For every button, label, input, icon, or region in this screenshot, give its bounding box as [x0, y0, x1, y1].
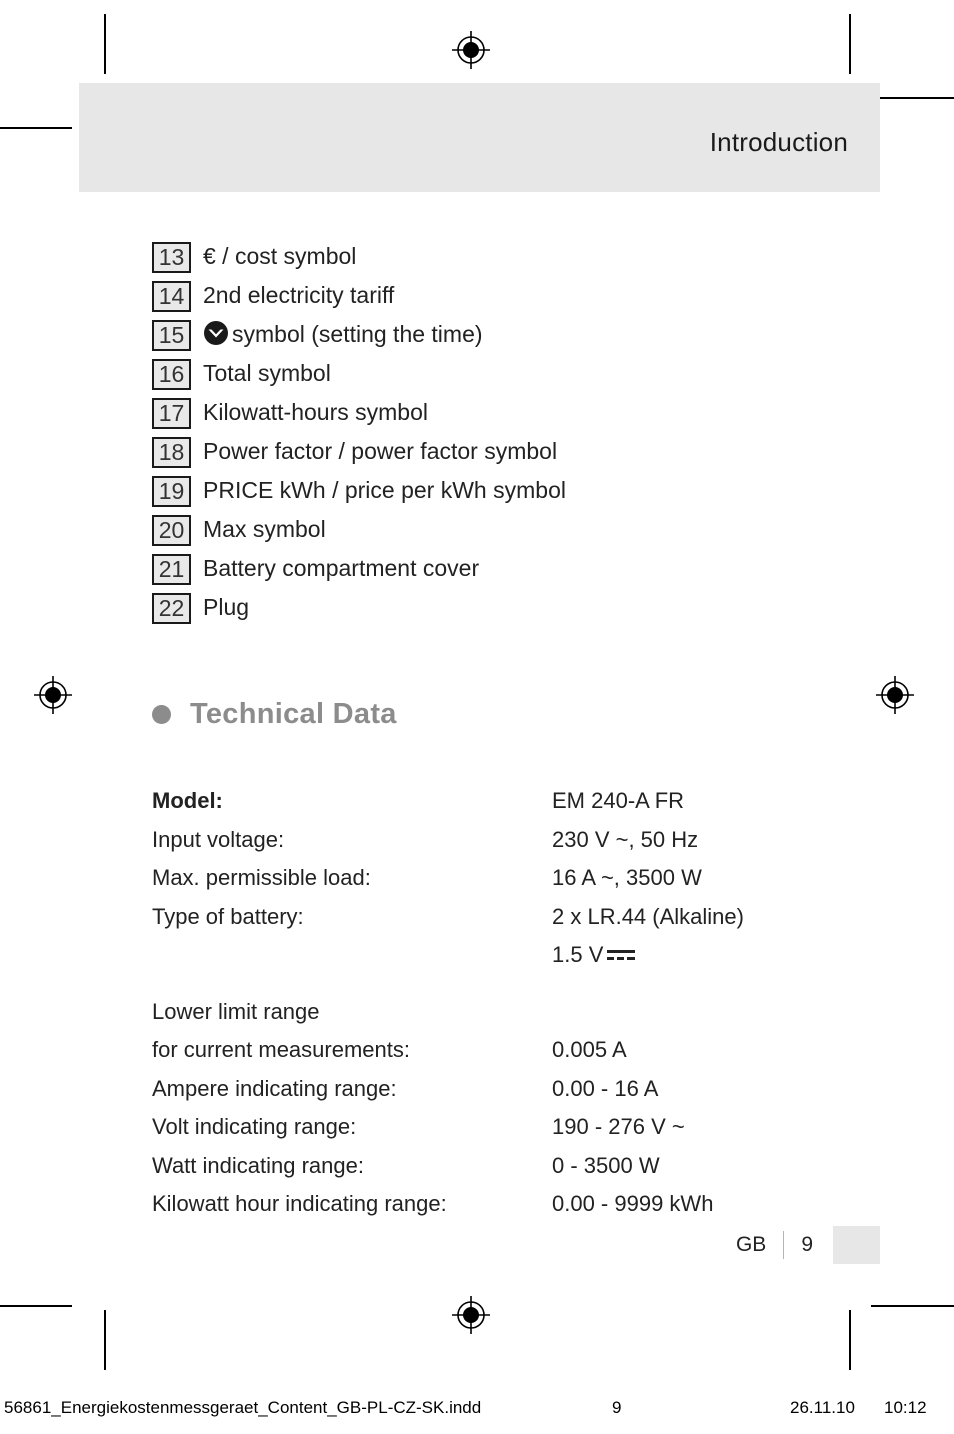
technical-data-label: Kilowatt hour indicating range: [152, 1191, 447, 1216]
section-heading-label: Technical Data [190, 698, 397, 730]
technical-data-value: 0.00 - 16 A [552, 1075, 659, 1101]
technical-data-label: Model: [152, 788, 223, 813]
technical-data-label: Type of battery: [152, 903, 304, 929]
bullet-icon [152, 705, 171, 724]
registration-mark-right [876, 676, 914, 714]
crop-mark-bottom-left-vertical [104, 1310, 106, 1370]
legend-row: 19 PRICE kWh / price per kWh symbol [152, 474, 852, 513]
crop-mark-bottom-right-vertical [849, 1310, 851, 1370]
technical-data-row: Model: EM 240-A FR [152, 786, 852, 825]
legend-item-text: Max symbol [203, 516, 326, 542]
legend-item-text: € / cost symbol [203, 243, 357, 269]
technical-data-row: Watt indicating range: 0 - 3500 W [152, 1151, 852, 1190]
technical-data-value-text: 1.5 V [552, 942, 604, 967]
technical-data-row: Lower limit range [152, 997, 852, 1036]
legend-item-label: symbol (setting the time) [232, 321, 483, 347]
legend-item-text: PRICE kWh / price per kWh symbol [203, 477, 566, 503]
legend-row: 21 Battery compartment cover [152, 552, 852, 591]
technical-data-label: Lower limit range [152, 998, 320, 1024]
legend-item-number: 20 [152, 515, 191, 546]
legend-item-text: Power factor / power factor symbol [203, 438, 558, 464]
technical-data-row: Input voltage: 230 V ~, 50 Hz [152, 825, 852, 864]
technical-data-label: Ampere indicating range: [152, 1075, 397, 1101]
legend-item-number: 14 [152, 281, 191, 312]
footer-accent-square [833, 1226, 880, 1264]
technical-data-value: 0.00 - 9999 kWh [552, 1191, 714, 1216]
legend-row: 22 Plug [152, 591, 852, 630]
legend-row: 15 symbol (setting the time) [152, 318, 852, 357]
legend-row: 14 2nd electricity tariff [152, 279, 852, 318]
legend-item-number: 21 [152, 554, 191, 585]
technical-data-label: Volt indicating range: [152, 1114, 357, 1139]
registration-mark-top [452, 31, 490, 69]
technical-data-table: Model: EM 240-A FR Input voltage: 230 V ~, … [152, 786, 852, 1228]
crop-mark-top-right-horizontal [871, 97, 954, 99]
legend-item-text: Plug [203, 594, 250, 620]
technical-data-label: for current measurements: [152, 1037, 410, 1062]
technical-data-value: 230 V ~, 50 Hz [552, 826, 699, 852]
legend-item-number: 22 [152, 593, 191, 624]
legend-item-text: symbol (setting the time) [203, 318, 483, 355]
technical-data-row: Max. permissible load: 16 A ~, 3500 W [152, 863, 852, 902]
legend-item-text: Total symbol [203, 360, 331, 386]
legend-item-number: 13 [152, 242, 191, 273]
technical-data-label: Max. permissible load: [152, 865, 371, 890]
technical-data-value: EM 240-A FR [552, 788, 685, 813]
crop-mark-top-left-horizontal [0, 127, 72, 129]
technical-data-value: 0 - 3500 W [552, 1152, 660, 1178]
technical-data-row: Volt indicating range: 190 - 276 V ~ [152, 1112, 852, 1151]
print-slug-bar: 56861_Energiekostenmessgeraet_Content_GB… [0, 1398, 954, 1434]
technical-data-value: 1.5 V [552, 940, 636, 970]
legend-item-text: Kilowatt-hours symbol [203, 399, 428, 425]
dc-voltage-icon [607, 948, 636, 961]
technical-data-row: Ampere indicating range: 0.00 - 16 A [152, 1074, 852, 1113]
page-footer: GB 9 [736, 1226, 880, 1264]
footer-locale-label: GB [735, 1233, 767, 1256]
technical-data-label: Input voltage: [152, 826, 285, 852]
legend-list: 13 € / cost symbol 14 2nd electricity tarif… [152, 240, 852, 630]
crop-mark-top-left-vertical [104, 14, 106, 74]
section-heading: Technical Data [152, 698, 397, 731]
legend-item-number: 15 [152, 320, 191, 351]
page-header-title: Introduction [709, 127, 848, 157]
crop-mark-top-right-vertical [849, 14, 851, 74]
legend-row: 20 Max symbol [152, 513, 852, 552]
legend-item-text: 2nd electricity tariff [203, 282, 395, 308]
slug-filename: 56861_Energiekostenmessgeraet_Content_GB… [4, 1398, 482, 1417]
slug-date: 26.11.10 [790, 1398, 855, 1417]
slug-page-number: 9 [612, 1398, 622, 1417]
technical-data-row: Type of battery: 2 x LR.44 (Alkaline) [152, 902, 852, 941]
legend-row: 18 Power factor / power factor symbol [152, 435, 852, 474]
legend-item-number: 16 [152, 359, 191, 390]
footer-page-number: 9 [801, 1233, 813, 1256]
legend-row: 17 Kilowatt-hours symbol [152, 396, 852, 435]
legend-item-number: 19 [152, 476, 191, 507]
technical-data-label: Watt indicating range: [152, 1152, 364, 1178]
legend-row: 16 Total symbol [152, 357, 852, 396]
footer-divider [783, 1231, 785, 1259]
technical-data-value: 0.005 A [552, 1037, 627, 1062]
technical-data-row: for current measurements: 0.005 A [152, 1035, 852, 1074]
technical-data-row: 1.5 V [152, 940, 852, 979]
technical-data-value: 16 A ~, 3500 W [552, 865, 702, 890]
legend-item-number: 17 [152, 398, 191, 429]
technical-data-value: 2 x LR.44 (Alkaline) [552, 903, 744, 929]
page-header-band: Introduction [79, 83, 880, 192]
crop-mark-bottom-left-horizontal [0, 1305, 72, 1307]
registration-mark-bottom [452, 1296, 490, 1334]
registration-mark-left [34, 676, 72, 714]
slug-time: 10:12 [884, 1398, 927, 1417]
legend-item-number: 18 [152, 437, 191, 468]
clock-symbol-icon [203, 320, 229, 355]
technical-data-row: Kilowatt hour indicating range: 0.00 - 99… [152, 1189, 852, 1228]
legend-row: 13 € / cost symbol [152, 240, 852, 279]
technical-data-value: 190 - 276 V ~ [552, 1114, 685, 1139]
technical-data-spacer [152, 979, 852, 997]
legend-item-text: Battery compartment cover [203, 555, 480, 581]
crop-mark-bottom-right-horizontal [871, 1305, 954, 1307]
